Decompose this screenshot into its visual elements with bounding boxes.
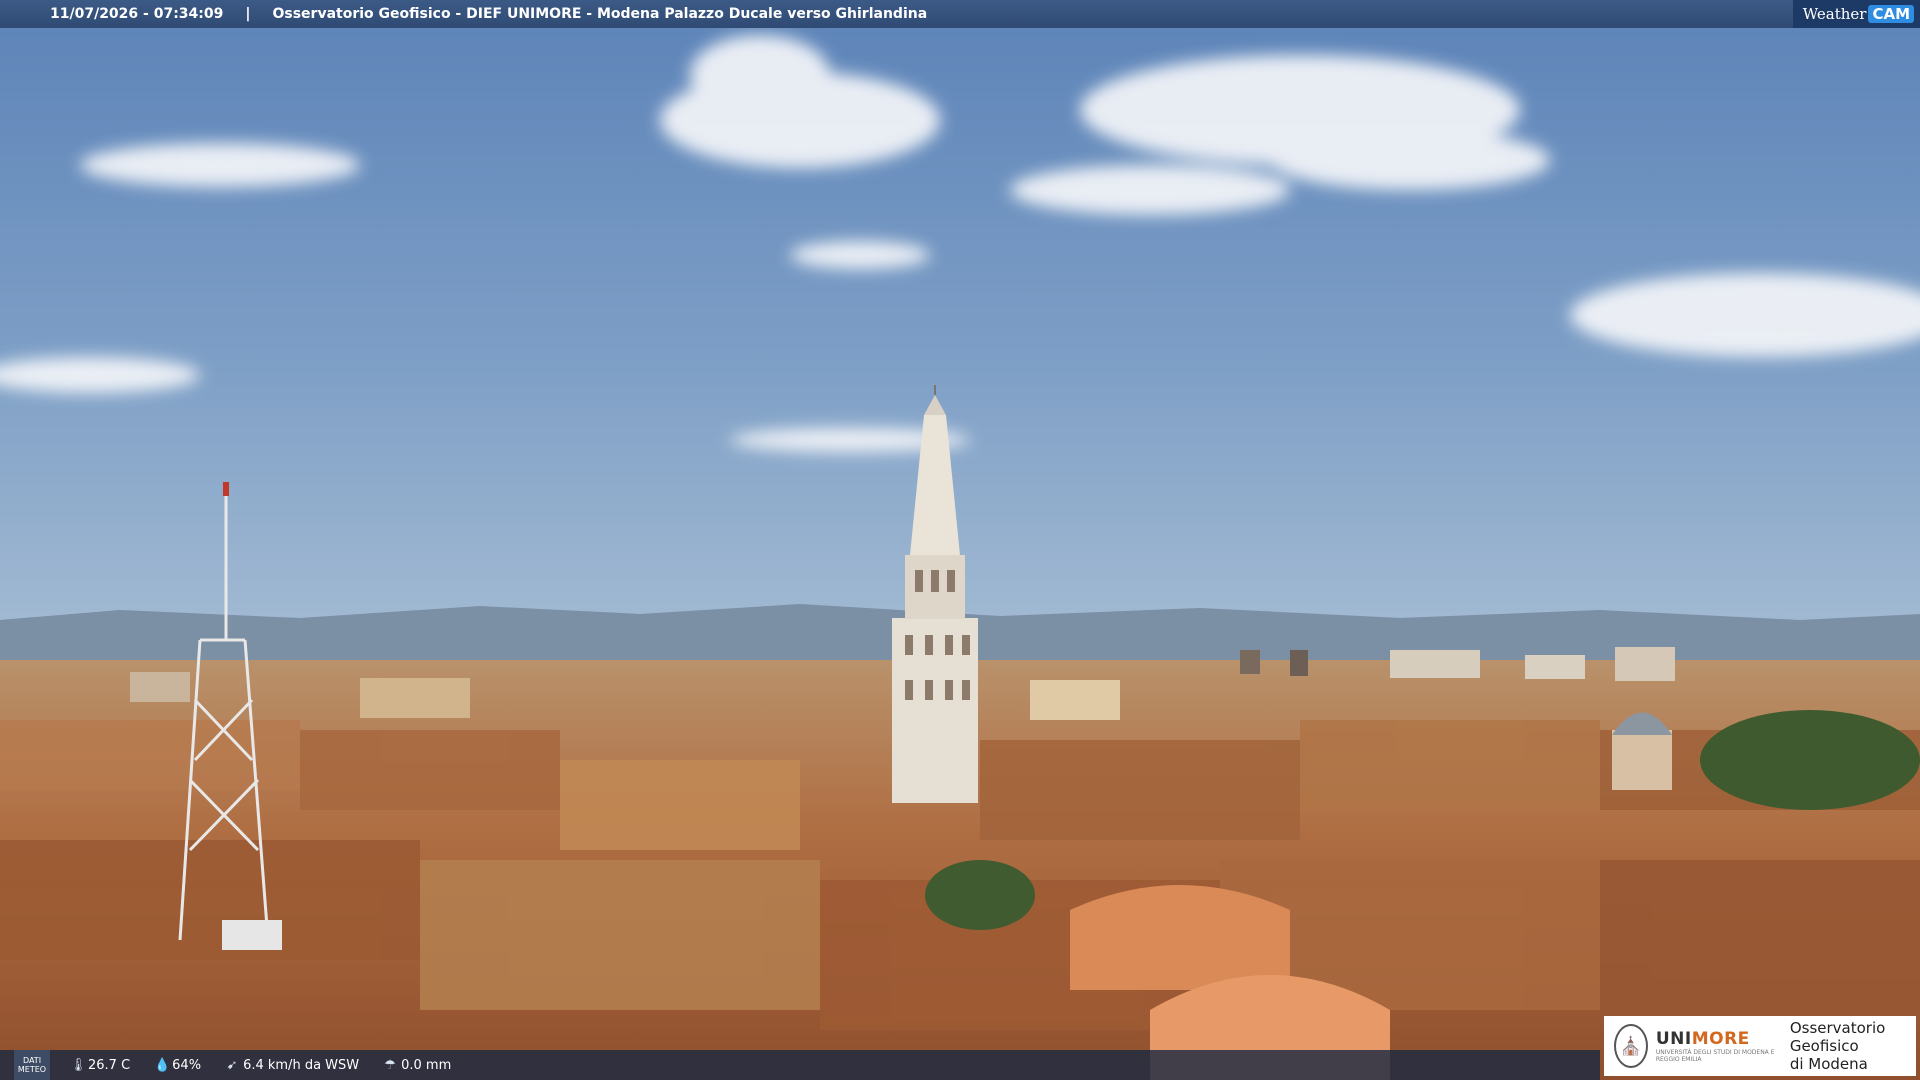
humidity-reading: 💧 64%: [154, 1057, 202, 1073]
weather-data-bar: DATI METEO 🌡 26.7 C 💧 64% ➹ 6.4 km/h da …: [0, 1050, 1600, 1080]
dome-building: [1070, 885, 1290, 990]
humidity-drop-icon: 💧: [154, 1057, 171, 1073]
webcam-scene-image: [0, 0, 1920, 1080]
university-subtitle: UNIVERSITÀ DEGLI STUDI DI MODENA E REGGI…: [1655, 1049, 1775, 1063]
wind-reading: ➹ 6.4 km/h da WSW: [226, 1057, 360, 1073]
temperature-reading: 🌡 26.7 C: [70, 1057, 131, 1073]
camera-info-bar: 11/07/2026 - 07:34:09 | Osservatorio Geo…: [0, 0, 1920, 28]
university-seal-icon: ⛪: [1614, 1024, 1648, 1068]
trees: [1700, 710, 1920, 810]
brand-weather: Weather: [1802, 5, 1867, 23]
observatory-name: Osservatorio Geofisico di Modena: [1789, 1019, 1886, 1073]
dati-meteo-label: DATI METEO: [14, 1050, 50, 1080]
rain-reading: ☂ 0.0 mm: [384, 1057, 452, 1073]
unimore-logo: ⛪ UNIMORE UNIVERSITÀ DEGLI STUDI DI MODE…: [1604, 1016, 1916, 1076]
wind-icon: ➹: [226, 1057, 238, 1073]
camera-title: Osservatorio Geofisico - DIEF UNIMORE - …: [272, 6, 928, 22]
timestamp: 11/07/2026 - 07:34:09: [50, 6, 224, 22]
unimore-wordmark: UNIMORE: [1655, 1029, 1750, 1049]
thermometer-icon: 🌡: [70, 1057, 87, 1073]
brand-cam: CAM: [1868, 5, 1914, 23]
separator: |: [245, 6, 251, 22]
weathercam-logo: Weather CAM: [1792, 0, 1920, 28]
rain-icon: ☂: [384, 1057, 396, 1073]
church: [1612, 730, 1672, 790]
